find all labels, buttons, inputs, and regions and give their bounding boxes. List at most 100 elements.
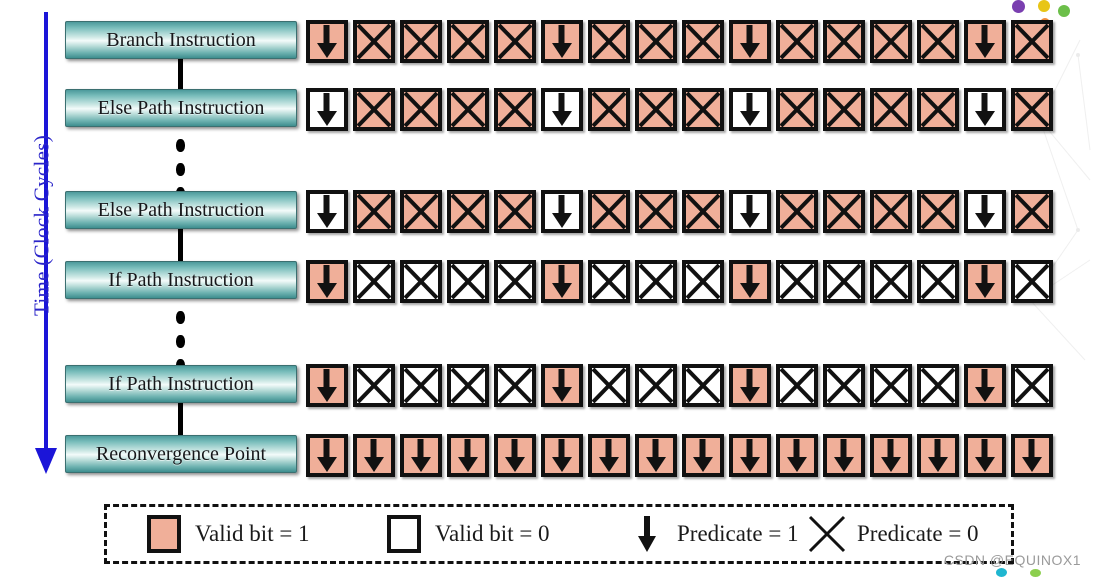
lane-cell[interactable] [400, 88, 442, 131]
lane-cell[interactable] [1011, 434, 1053, 477]
lane-cell[interactable] [823, 190, 865, 233]
lane-cell[interactable] [353, 190, 395, 233]
lane-cell[interactable] [964, 88, 1006, 131]
lane-cell[interactable] [729, 364, 771, 407]
lane-cell[interactable] [682, 434, 724, 477]
lane-cell[interactable] [682, 190, 724, 233]
lane-cell[interactable] [400, 190, 442, 233]
instruction-label-box[interactable]: If Path Instruction [65, 261, 297, 299]
lane-cell[interactable] [635, 364, 677, 407]
lane-cell[interactable] [964, 20, 1006, 63]
lane-cell[interactable] [776, 364, 818, 407]
lane-cell[interactable] [306, 190, 348, 233]
lane-cell[interactable] [870, 20, 912, 63]
lane-cell[interactable] [588, 190, 630, 233]
lane-cell[interactable] [588, 434, 630, 477]
lane-cell[interactable] [541, 190, 583, 233]
lane-cell[interactable] [635, 434, 677, 477]
lane-cell[interactable] [588, 88, 630, 131]
lane-cell[interactable] [447, 88, 489, 131]
lane-cell[interactable] [776, 20, 818, 63]
lane-cell[interactable] [447, 260, 489, 303]
instruction-label-box[interactable]: If Path Instruction [65, 365, 297, 403]
lane-cell[interactable] [1011, 260, 1053, 303]
lane-cell[interactable] [823, 364, 865, 407]
lane-cell[interactable] [823, 434, 865, 477]
lane-cell[interactable] [400, 260, 442, 303]
lane-cell[interactable] [635, 88, 677, 131]
lane-cell[interactable] [494, 88, 536, 131]
lane-cell[interactable] [729, 20, 771, 63]
lane-cell[interactable] [588, 260, 630, 303]
lane-cell[interactable] [729, 434, 771, 477]
lane-cell[interactable] [541, 434, 583, 477]
lane-cell[interactable] [870, 260, 912, 303]
lane-cell[interactable] [353, 260, 395, 303]
lane-cell[interactable] [729, 260, 771, 303]
lane-cell[interactable] [870, 88, 912, 131]
lane-cell[interactable] [776, 434, 818, 477]
lane-cell[interactable] [635, 20, 677, 63]
lane-cell[interactable] [870, 190, 912, 233]
lane-cell[interactable] [494, 20, 536, 63]
lane-cell[interactable] [306, 88, 348, 131]
lane-cell[interactable] [917, 88, 959, 131]
lane-cell[interactable] [964, 434, 1006, 477]
lane-cell[interactable] [353, 20, 395, 63]
lane-cell[interactable] [400, 20, 442, 63]
lane-cell[interactable] [635, 260, 677, 303]
lane-cell[interactable] [447, 20, 489, 63]
lane-cell[interactable] [823, 88, 865, 131]
lane-cell[interactable] [353, 434, 395, 477]
lane-cell[interactable] [447, 434, 489, 477]
lane-cell[interactable] [494, 364, 536, 407]
lane-cell[interactable] [917, 434, 959, 477]
lane-cell[interactable] [588, 364, 630, 407]
instruction-label-box[interactable]: Reconvergence Point [65, 435, 297, 473]
lane-cell[interactable] [306, 364, 348, 407]
lane-cell[interactable] [917, 190, 959, 233]
lane-cell[interactable] [964, 364, 1006, 407]
lane-cell[interactable] [776, 88, 818, 131]
lane-cell[interactable] [964, 260, 1006, 303]
lane-cell[interactable] [682, 260, 724, 303]
lane-cell[interactable] [353, 364, 395, 407]
lane-cell[interactable] [541, 20, 583, 63]
lane-cell[interactable] [541, 88, 583, 131]
lane-cell[interactable] [776, 190, 818, 233]
lane-cell[interactable] [306, 260, 348, 303]
lane-cell[interactable] [1011, 88, 1053, 131]
lane-cell[interactable] [917, 20, 959, 63]
lane-cell[interactable] [400, 434, 442, 477]
lane-cell[interactable] [964, 190, 1006, 233]
lane-cell[interactable] [635, 190, 677, 233]
lane-cell[interactable] [776, 260, 818, 303]
lane-cell[interactable] [917, 260, 959, 303]
lane-cell[interactable] [400, 364, 442, 407]
lane-cell[interactable] [494, 434, 536, 477]
lane-cell[interactable] [494, 190, 536, 233]
lane-cell[interactable] [729, 190, 771, 233]
lane-cell[interactable] [306, 434, 348, 477]
lane-cell[interactable] [870, 364, 912, 407]
lane-cell[interactable] [870, 434, 912, 477]
lane-cell[interactable] [494, 260, 536, 303]
instruction-label-box[interactable]: Else Path Instruction [65, 191, 297, 229]
lane-cell[interactable] [823, 20, 865, 63]
lane-cell[interactable] [917, 364, 959, 407]
lane-cell[interactable] [1011, 20, 1053, 63]
lane-cell[interactable] [447, 190, 489, 233]
lane-cell[interactable] [682, 20, 724, 63]
lane-cell[interactable] [306, 20, 348, 63]
lane-cell[interactable] [541, 260, 583, 303]
lane-cell[interactable] [823, 260, 865, 303]
lane-cell[interactable] [682, 364, 724, 407]
instruction-label-box[interactable]: Else Path Instruction [65, 89, 297, 127]
lane-cell[interactable] [353, 88, 395, 131]
lane-cell[interactable] [1011, 190, 1053, 233]
lane-cell[interactable] [1011, 364, 1053, 407]
lane-cell[interactable] [729, 88, 771, 131]
lane-cell[interactable] [588, 20, 630, 63]
lane-cell[interactable] [447, 364, 489, 407]
lane-cell[interactable] [682, 88, 724, 131]
